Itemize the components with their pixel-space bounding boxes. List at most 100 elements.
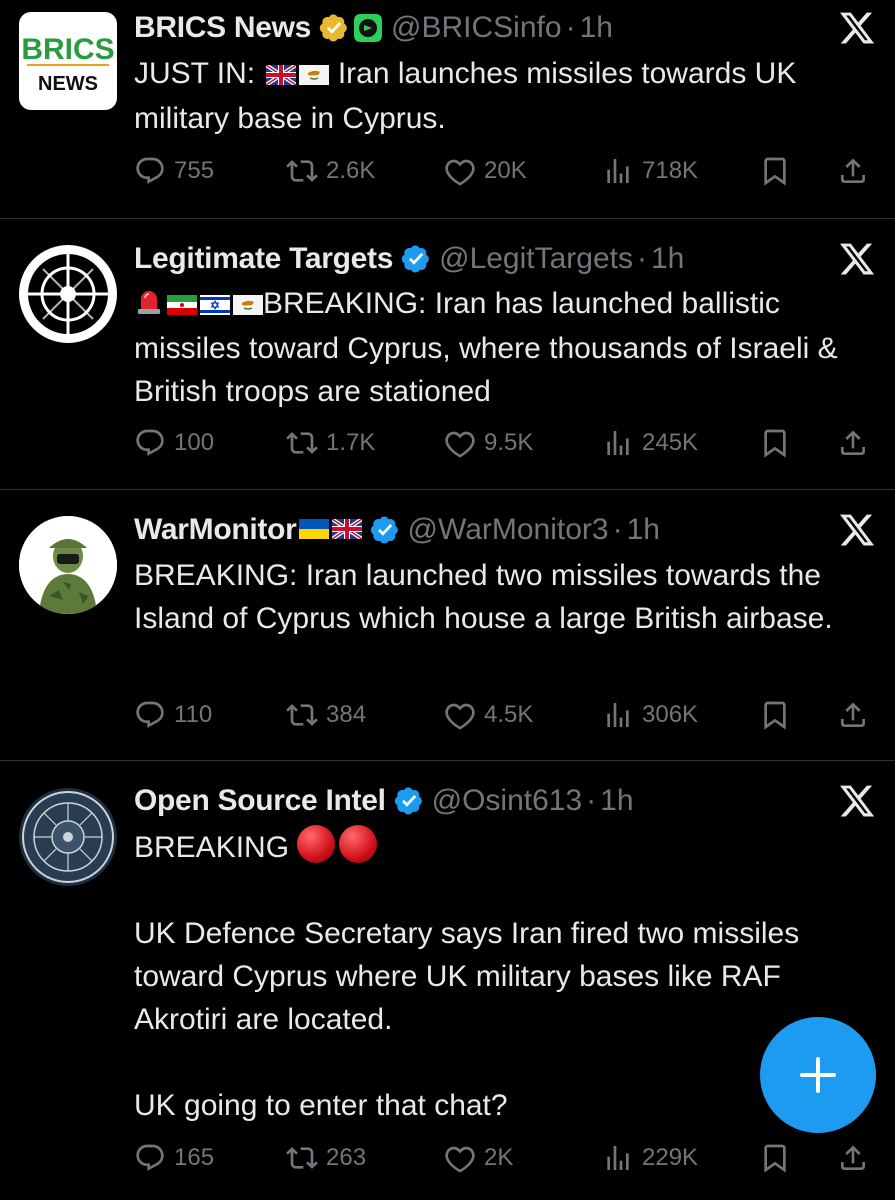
like-button[interactable]: 9.5K	[444, 423, 533, 463]
verified-badge-icon	[319, 13, 349, 43]
bookmark-icon	[759, 1142, 791, 1174]
views-button[interactable]: 718K	[602, 151, 698, 191]
views-icon	[602, 427, 634, 459]
tweet-text: BREAKING: Iran launched two missiles tow…	[134, 554, 874, 640]
repost-button[interactable]: 2.6K	[286, 151, 375, 191]
repost-button[interactable]: 384	[286, 695, 366, 735]
ukraine-flag-icon	[298, 513, 329, 547]
separator-dot: ·	[612, 513, 623, 546]
reply-count: 110	[174, 701, 213, 728]
timestamp[interactable]: 1h	[627, 513, 660, 547]
bookmark-button[interactable]	[759, 1138, 791, 1178]
share-button[interactable]	[837, 423, 869, 463]
views-icon	[602, 155, 634, 187]
bookmark-icon	[759, 155, 791, 187]
like-icon	[444, 699, 476, 731]
timestamp[interactable]: 1h	[600, 784, 633, 818]
action-bar: 100 1.7K 9.5K 245K	[134, 423, 874, 463]
compose-button[interactable]	[760, 1017, 876, 1133]
x-logo-icon[interactable]	[832, 779, 882, 823]
action-bar: 755 2.6K 20K 718K	[134, 151, 874, 191]
reply-icon	[134, 1142, 166, 1174]
reply-icon	[134, 427, 166, 459]
repost-button[interactable]: 263	[286, 1138, 366, 1178]
svg-text:BRICS: BRICS	[21, 33, 114, 66]
bookmark-icon	[759, 699, 791, 731]
reply-count: 755	[174, 157, 215, 184]
reply-button[interactable]: 755	[134, 151, 214, 191]
reply-button[interactable]: 100	[134, 423, 214, 463]
handle[interactable]: @Osint613	[432, 784, 583, 818]
views-button[interactable]: 229K	[602, 1138, 698, 1178]
share-button[interactable]	[837, 151, 869, 191]
repost-count: 263	[326, 1144, 367, 1171]
cyprus-flag-icon	[233, 284, 263, 327]
repost-count: 1.7K	[326, 429, 376, 456]
share-icon	[837, 155, 869, 187]
share-button[interactable]	[837, 1138, 869, 1178]
like-button[interactable]: 20K	[444, 151, 527, 191]
repost-icon	[286, 427, 318, 459]
bookmark-button[interactable]	[759, 695, 791, 735]
separator-dot: ·	[565, 11, 576, 44]
like-icon	[444, 427, 476, 459]
svg-text:NEWS: NEWS	[38, 73, 98, 95]
display-name[interactable]: BRICS News	[134, 11, 311, 45]
action-bar: 165 263 2K 229K	[134, 1138, 874, 1178]
tweet[interactable]: Legitimate Targets @LegitTargets · 1h BR…	[0, 219, 895, 489]
tweet-text: BREAKING: Iran has launched ballistic mi…	[134, 282, 874, 413]
like-button[interactable]: 4.5K	[444, 695, 533, 735]
iran-flag-icon	[167, 284, 197, 327]
repost-button[interactable]: 1.7K	[286, 423, 375, 463]
like-button[interactable]: 2K	[444, 1138, 513, 1178]
handle[interactable]: @WarMonitor3	[408, 513, 609, 547]
x-logo-icon[interactable]	[832, 237, 882, 281]
views-button[interactable]: 245K	[602, 423, 698, 463]
repost-icon	[286, 155, 318, 187]
israel-flag-icon	[200, 284, 230, 327]
bookmark-button[interactable]	[759, 423, 791, 463]
cyprus-flag-icon	[299, 54, 330, 97]
tweet-header: Legitimate Targets @LegitTargets · 1h	[134, 239, 684, 279]
text-content: BREAKING: Iran launched two missiles tow…	[134, 559, 833, 635]
display-name[interactable]: WarMonitor	[134, 513, 297, 547]
text-line: BREAKING	[134, 825, 874, 869]
text-content: missiles toward Cyprus, where thousands …	[134, 331, 838, 408]
text-prefix: JUST IN:	[134, 57, 256, 90]
share-button[interactable]	[837, 695, 869, 735]
handle[interactable]: @BRICSinfo	[391, 11, 562, 45]
uk-flag-icon	[265, 54, 298, 97]
display-name[interactable]: Legitimate Targets	[134, 242, 393, 276]
views-button[interactable]: 306K	[602, 695, 698, 735]
affiliate-badge-icon	[353, 13, 383, 43]
timestamp[interactable]: 1h	[580, 11, 613, 45]
tweet[interactable]: BRICS NEWS BRICS News @BRICSinfo · 1h JU…	[0, 0, 895, 218]
handle[interactable]: @LegitTargets	[439, 242, 633, 276]
bookmark-button[interactable]	[759, 151, 791, 191]
x-logo-icon[interactable]	[832, 508, 882, 552]
like-count: 20K	[484, 157, 527, 184]
text-content: BREAKING	[134, 831, 290, 864]
text-prefix: BREAKING: Iran has launched ballistic	[263, 287, 780, 320]
avatar[interactable]	[19, 245, 117, 343]
views-icon	[602, 1142, 634, 1174]
avatar[interactable]: BRICS NEWS	[19, 12, 117, 110]
timestamp[interactable]: 1h	[651, 242, 684, 276]
views-icon	[602, 699, 634, 731]
tweet-header: Open Source Intel @Osint613 · 1h	[134, 781, 634, 821]
red-circle-icon	[297, 825, 336, 863]
repost-count: 384	[326, 701, 367, 728]
like-icon	[444, 1142, 476, 1174]
tweet[interactable]: WarMonitor @WarMonitor3 · 1h BREAKING: I…	[0, 490, 895, 760]
display-name[interactable]: Open Source Intel	[134, 784, 386, 818]
x-logo-icon[interactable]	[832, 6, 882, 50]
avatar[interactable]	[19, 516, 117, 614]
avatar[interactable]	[19, 788, 117, 886]
tweet[interactable]: Open Source Intel @Osint613 · 1h BREAKIN…	[0, 761, 895, 1200]
bookmark-icon	[759, 427, 791, 459]
like-count: 2K	[484, 1144, 514, 1171]
reply-icon	[134, 155, 166, 187]
share-icon	[837, 427, 869, 459]
reply-button[interactable]: 165	[134, 1138, 214, 1178]
reply-button[interactable]: 110	[134, 695, 212, 735]
